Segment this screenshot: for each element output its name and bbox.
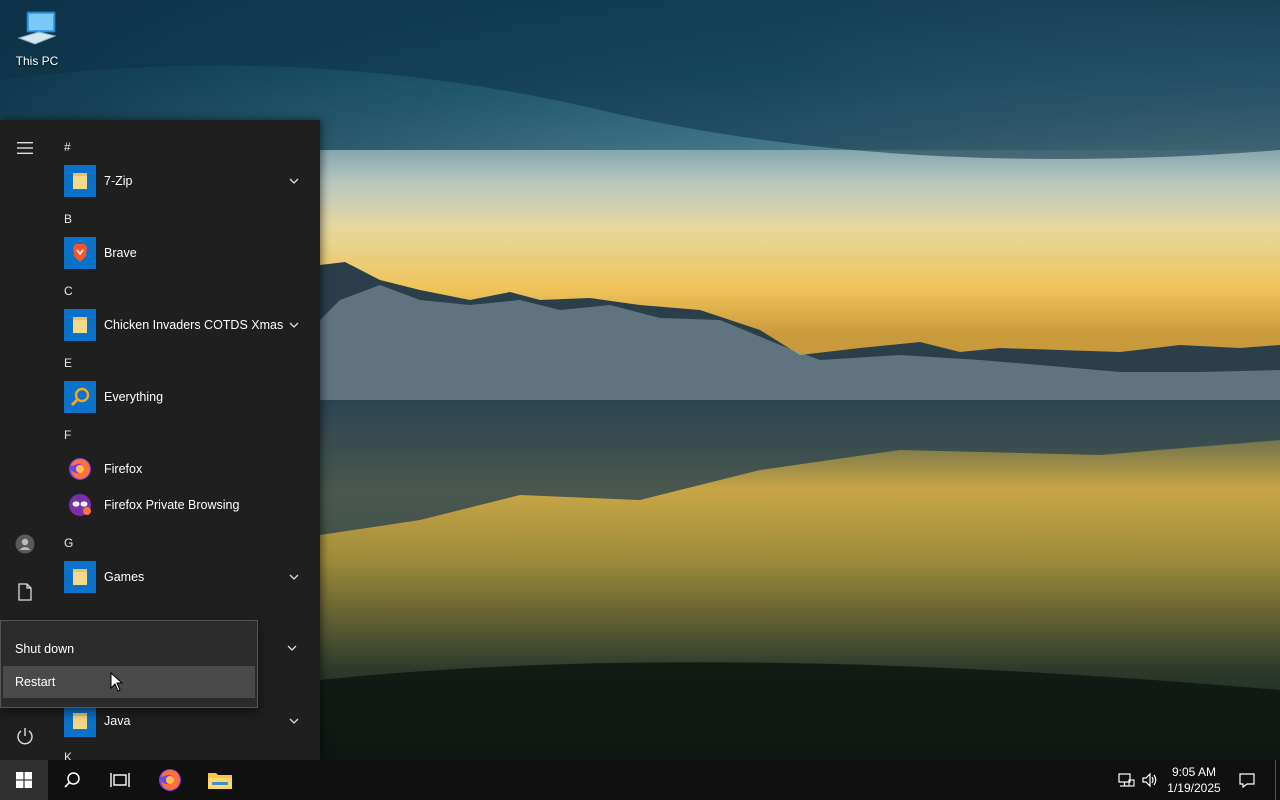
group-header-hash[interactable]: # [64, 138, 71, 156]
volume-icon [1142, 772, 1157, 788]
shut-down-option[interactable]: Shut down [3, 633, 255, 665]
document-icon [18, 583, 32, 601]
app-label: Firefox Private Browsing [104, 498, 240, 512]
computer-icon [17, 11, 57, 45]
search-button[interactable] [48, 760, 96, 800]
app-tile [64, 165, 96, 197]
firefox-private-icon [69, 494, 91, 516]
clock-date: 1/19/2025 [1167, 781, 1221, 795]
group-header-e[interactable]: E [64, 354, 72, 372]
app-item-firefox-private[interactable]: Firefox Private Browsing [64, 488, 314, 522]
expand-menu-button[interactable] [0, 128, 50, 168]
task-view-icon [110, 773, 130, 787]
firefox-icon [69, 458, 91, 480]
folder-icon [208, 773, 232, 789]
clock-time: 9:05 AM [1171, 765, 1217, 779]
group-header-b[interactable]: B [64, 210, 72, 228]
notifications-button[interactable] [1235, 760, 1259, 800]
power-icon [17, 728, 33, 745]
desktop-icon-this-pc[interactable]: This PC [8, 8, 66, 68]
chevron-down-icon[interactable] [286, 642, 298, 654]
restart-option[interactable]: Restart [3, 666, 255, 698]
firefox-icon [159, 769, 181, 791]
app-label: Java [104, 714, 131, 728]
app-item-everything[interactable]: Everything [64, 380, 314, 414]
app-tile [64, 237, 96, 269]
app-label: Firefox [104, 462, 143, 476]
group-header-c[interactable]: C [64, 282, 73, 300]
app-tile [64, 489, 96, 521]
taskbar-clock[interactable]: 9:05 AM 1/19/2025 [1160, 764, 1228, 796]
chevron-down-icon[interactable] [288, 319, 300, 331]
power-flyout-menu: Shut down Restart [0, 620, 258, 708]
app-item-chicken-invaders[interactable]: Chicken Invaders COTDS Xmas [64, 308, 314, 342]
documents-button[interactable] [0, 572, 50, 612]
folder-icon [73, 713, 87, 729]
search-icon [64, 772, 80, 788]
account-button[interactable] [0, 524, 50, 564]
group-header-k[interactable]: K [64, 748, 72, 760]
hamburger-icon [17, 142, 33, 154]
mouse-cursor-icon [110, 672, 124, 692]
app-label: 7-Zip [104, 174, 133, 188]
app-label: Chicken Invaders COTDS Xmas [104, 318, 284, 332]
chevron-down-icon[interactable] [288, 175, 300, 187]
windows-logo-icon [16, 772, 32, 788]
volume-tray-button[interactable] [1138, 760, 1162, 800]
folder-icon [73, 317, 87, 333]
app-label: Everything [104, 390, 164, 404]
app-item-brave[interactable]: Brave [64, 236, 314, 270]
network-tray-button[interactable] [1114, 760, 1138, 800]
app-tile [64, 453, 96, 485]
network-icon [1118, 773, 1135, 787]
app-item-7-zip[interactable]: 7-Zip [64, 164, 314, 198]
folder-icon [73, 569, 87, 585]
app-tile [64, 705, 96, 737]
app-item-java[interactable]: Java [64, 704, 314, 738]
brave-icon [73, 244, 87, 262]
show-desktop-button[interactable] [1275, 760, 1276, 800]
chevron-down-icon[interactable] [288, 571, 300, 583]
power-button[interactable] [0, 716, 50, 756]
folder-icon [73, 173, 87, 189]
magnifier-icon [70, 387, 90, 407]
app-label: Games [104, 570, 145, 584]
desktop-icon-label: This PC [15, 54, 59, 68]
app-tile [64, 381, 96, 413]
start-button[interactable] [0, 760, 48, 800]
group-header-g[interactable]: G [64, 534, 73, 552]
app-tile [64, 309, 96, 341]
user-avatar-icon [15, 534, 35, 554]
app-tile [64, 561, 96, 593]
taskbar: 9:05 AM 1/19/2025 [0, 760, 1280, 800]
taskbar-file-explorer[interactable] [196, 760, 244, 800]
notification-icon [1239, 773, 1255, 788]
group-header-f[interactable]: F [64, 426, 71, 444]
task-view-button[interactable] [96, 760, 144, 800]
taskbar-firefox[interactable] [146, 760, 194, 800]
app-item-games[interactable]: Games [64, 560, 314, 594]
app-label: Brave [104, 246, 137, 260]
chevron-down-icon[interactable] [288, 715, 300, 727]
app-item-firefox[interactable]: Firefox [64, 452, 314, 486]
